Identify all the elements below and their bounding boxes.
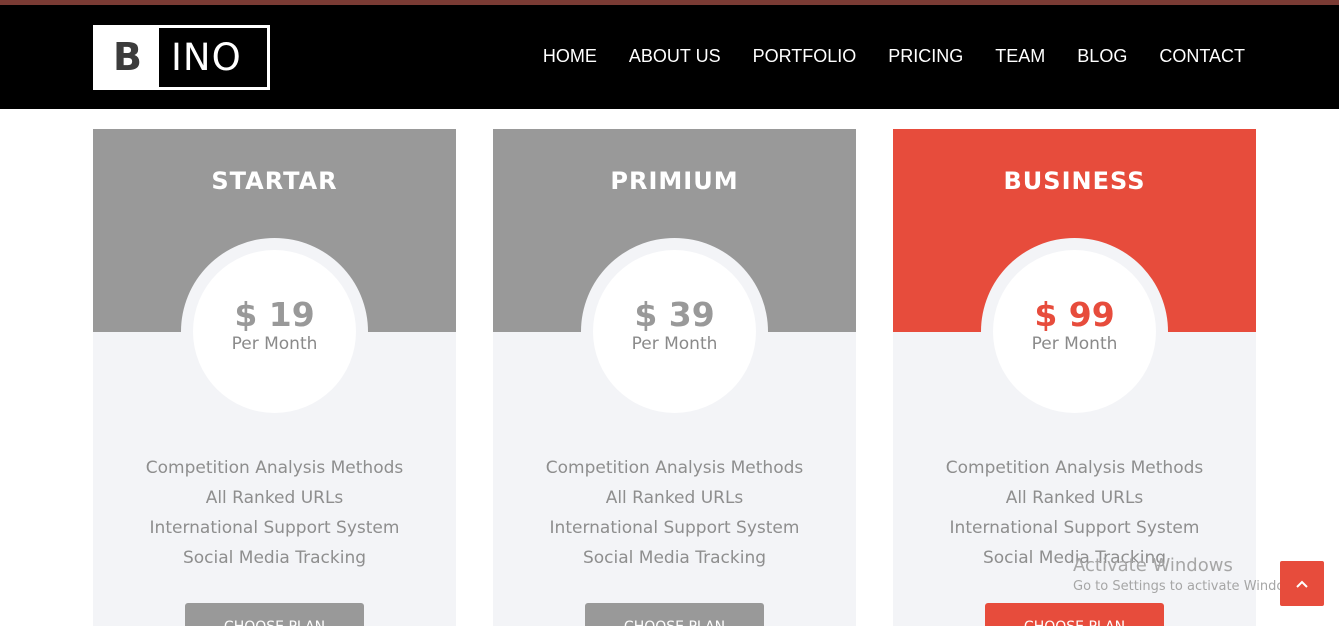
feature-list: Competition Analysis Methods All Ranked … bbox=[493, 453, 856, 573]
windows-activation-watermark: Activate Windows Go to Settings to activ… bbox=[1073, 555, 1306, 597]
plan-price: $ 99 bbox=[1034, 295, 1115, 334]
choose-plan-button[interactable]: CHOOSE PLAN bbox=[985, 603, 1164, 626]
feature-item: Competition Analysis Methods bbox=[545, 458, 804, 478]
plan-name: PRIMIUM bbox=[610, 167, 739, 195]
feature-item: Social Media Tracking bbox=[582, 548, 767, 568]
feature-item: Social Media Tracking bbox=[182, 548, 367, 568]
choose-plan-button[interactable]: CHOOSE PLAN bbox=[585, 603, 764, 626]
chevron-up-icon bbox=[1296, 580, 1308, 588]
nav-home-link[interactable]: HOME bbox=[543, 45, 597, 67]
nav-contact-link[interactable]: CONTACT bbox=[1159, 45, 1245, 67]
nav-about-link[interactable]: ABOUT US bbox=[629, 45, 721, 67]
nav-team-link[interactable]: TEAM bbox=[995, 45, 1045, 67]
logo-right-text: INO bbox=[159, 28, 267, 87]
pricing-card-startar: STARTAR $ 19 Per Month Competition Analy… bbox=[93, 129, 456, 626]
back-to-top-button[interactable] bbox=[1280, 561, 1324, 606]
choose-plan-button[interactable]: CHOOSE PLAN bbox=[185, 603, 364, 626]
watermark-subtitle: Go to Settings to activate Windows. bbox=[1073, 579, 1306, 594]
feature-item: All Ranked URLs bbox=[1005, 488, 1144, 508]
plan-period: Per Month bbox=[1031, 334, 1118, 354]
nav-pricing-link[interactable]: PRICING bbox=[888, 45, 963, 67]
logo-left-text: B bbox=[96, 28, 159, 87]
plan-name: STARTAR bbox=[211, 167, 338, 195]
watermark-title: Activate Windows bbox=[1073, 555, 1233, 576]
plan-price: $ 19 bbox=[234, 295, 315, 334]
plan-price: $ 39 bbox=[634, 295, 715, 334]
feature-item: Competition Analysis Methods bbox=[145, 458, 404, 478]
plan-period: Per Month bbox=[631, 334, 718, 354]
main-nav: HOME ABOUT US PORTFOLIO PRICING TEAM BLO… bbox=[511, 45, 1245, 67]
plan-period: Per Month bbox=[231, 334, 318, 354]
logo[interactable]: B INO bbox=[93, 25, 270, 90]
pricing-card-primium: PRIMIUM $ 39 Per Month Competition Analy… bbox=[493, 129, 856, 626]
navbar: B INO HOME ABOUT US PORTFOLIO PRICING TE… bbox=[0, 5, 1339, 109]
nav-portfolio-link[interactable]: PORTFOLIO bbox=[753, 45, 857, 67]
feature-item: International Support System bbox=[949, 518, 1200, 538]
feature-item: International Support System bbox=[549, 518, 800, 538]
plan-name: BUSINESS bbox=[1003, 167, 1146, 195]
feature-item: All Ranked URLs bbox=[205, 488, 344, 508]
feature-item: All Ranked URLs bbox=[605, 488, 744, 508]
pricing-card-business: BUSINESS $ 99 Per Month Competition Anal… bbox=[893, 129, 1256, 626]
feature-item: Competition Analysis Methods bbox=[945, 458, 1204, 478]
feature-item: International Support System bbox=[149, 518, 400, 538]
feature-list: Competition Analysis Methods All Ranked … bbox=[93, 453, 456, 573]
nav-blog-link[interactable]: BLOG bbox=[1077, 45, 1127, 67]
